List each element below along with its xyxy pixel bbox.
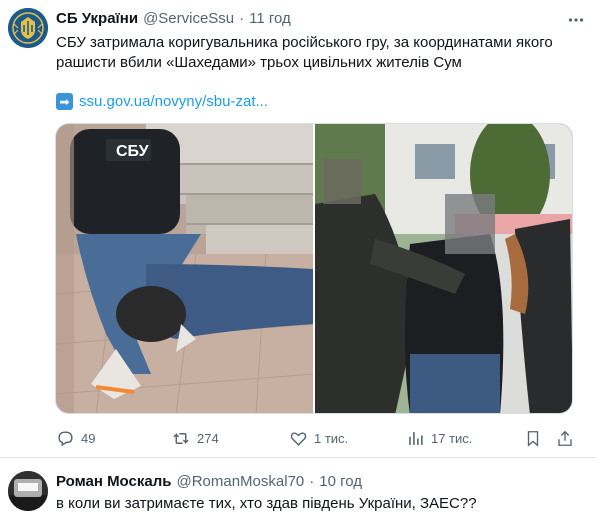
reply-author-name[interactable]: Роман Москаль [56,473,171,490]
reply-separator-dot: · [309,473,315,490]
share-icon [558,430,572,446]
views-button[interactable]: 17 тис. [406,426,472,450]
link-arrow-icon: ➡ [56,93,73,110]
more-icon[interactable] [566,10,586,30]
views-icon [409,431,423,445]
tweet-header: СБ України @ServiceSsu · 11 год [56,10,291,30]
link-url[interactable]: ssu.gov.ua/novyny/sbu-zat... [79,93,268,110]
reply-text: в коли ви затримаєте тих, хто здав півде… [56,495,477,512]
ssu-emblem-icon [8,8,48,48]
retweet-icon [173,432,189,444]
author-handle[interactable]: @ServiceSsu [143,10,234,27]
tweet-time[interactable]: 11 год [249,10,291,27]
tweet[interactable]: СБ України @ServiceSsu · 11 год СБУ затр… [0,0,596,458]
views-count: 17 тис. [431,430,473,446]
retweet-count: 274 [197,430,219,446]
like-count: 1 тис. [314,430,349,446]
reply-icon [58,430,73,446]
reply-time[interactable]: 10 год [319,473,362,490]
like-button[interactable]: 1 тис. [289,426,348,450]
tweet-link[interactable]: ➡ ssu.gov.ua/novyny/sbu-zat... [56,93,268,110]
reply-author-handle[interactable]: @RomanMoskal70 [176,473,304,490]
ssu-avatar[interactable] [8,8,48,48]
like-icon [290,431,307,446]
reply-count: 49 [81,430,96,446]
separator-dot: · [239,10,245,27]
vest-text: СБУ [116,143,150,160]
retweet-button[interactable]: 274 [171,426,219,450]
tweet-text: СБУ затримала коригувальника російського… [56,34,553,71]
photo-detention-left[interactable]: СБУ [56,124,313,413]
tweet-media[interactable]: СБУ [55,123,573,414]
reply-avatar[interactable] [8,471,48,511]
reply-button[interactable]: 49 [56,426,95,450]
tweet-actions: 49 274 1 тис. 17 тис. [0,426,596,450]
reply-tweet[interactable]: Роман Москаль @RomanMoskal70 · 10 год в … [0,459,596,523]
bookmark-button[interactable] [524,426,542,450]
author-name[interactable]: СБ України [56,10,138,27]
bookmark-icon [527,430,539,447]
reply-header: Роман Москаль @RomanMoskal70 · 10 год [56,473,362,490]
share-button[interactable] [556,426,574,450]
photo-detention-right[interactable] [315,124,572,413]
